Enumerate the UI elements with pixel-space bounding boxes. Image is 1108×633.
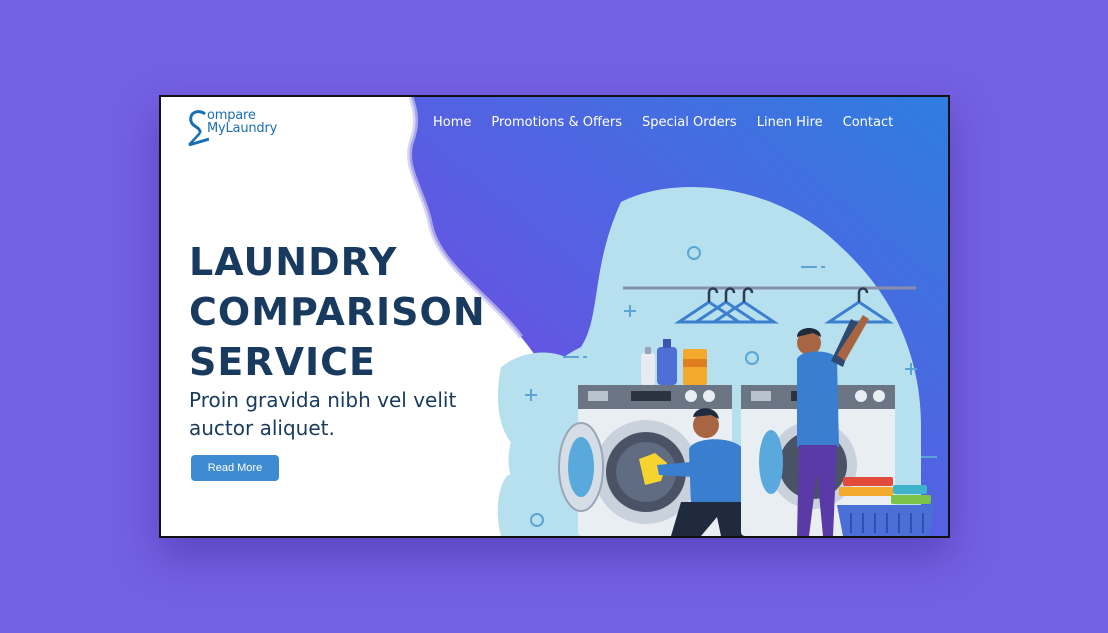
- read-more-button[interactable]: Read More: [191, 455, 279, 481]
- headline-line3: SERVICE: [189, 340, 376, 384]
- nav-item-linen-hire[interactable]: Linen Hire: [757, 115, 823, 130]
- hanger-c-icon: [188, 110, 209, 147]
- main-nav: Home Promotions & Offers Special Orders …: [433, 115, 913, 130]
- nav-item-special-orders[interactable]: Special Orders: [642, 115, 737, 130]
- hero-headline: LAUNDRY COMPARISON SERVICE: [189, 237, 486, 387]
- headline-line1: LAUNDRY: [189, 240, 398, 284]
- headline-line2: COMPARISON: [189, 290, 486, 334]
- laundry-basket-icon: [837, 477, 935, 536]
- landing-page-frame: ompare MyLaundry Home Promotions & Offer…: [159, 95, 950, 538]
- logo-text: ompare MyLaundry: [207, 109, 277, 135]
- logo[interactable]: ompare MyLaundry: [187, 109, 317, 153]
- logo-line2: MyLaundry: [207, 121, 278, 136]
- nav-item-contact[interactable]: Contact: [843, 115, 894, 130]
- nav-item-home[interactable]: Home: [433, 115, 471, 130]
- nav-item-promotions[interactable]: Promotions & Offers: [491, 115, 622, 130]
- hero-subtext: Proin gravida nibh vel velit auctor aliq…: [189, 388, 457, 440]
